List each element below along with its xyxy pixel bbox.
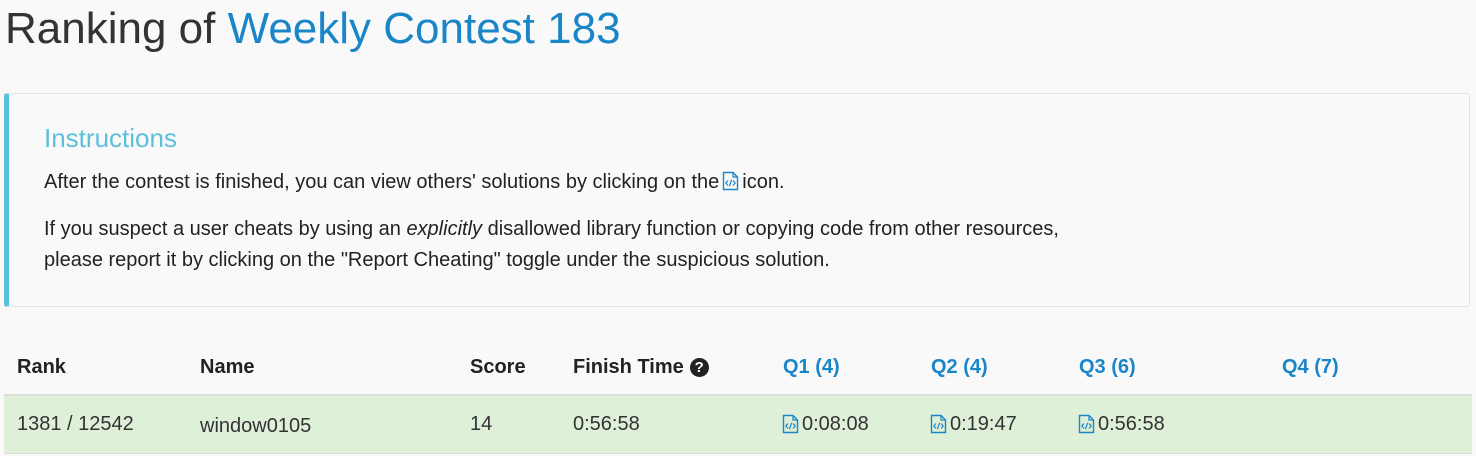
instructions-panel: Instructions After the contest is finish…: [4, 93, 1470, 307]
header-q4[interactable]: Q4 (7): [1282, 355, 1339, 379]
header-score: Score: [470, 356, 526, 378]
table-row: 1381 / 12542 window0105 14 0:56:58 0:08:…: [4, 394, 1472, 454]
q1-time: 0:08:08: [802, 413, 869, 435]
contest-link[interactable]: Weekly Contest 183: [228, 4, 621, 53]
ranking-table: Rank Name Score Finish Time? Q1 (4) Q2 (…: [0, 343, 1476, 456]
code-file-icon[interactable]: [782, 414, 799, 434]
instructions-cheating-text-end: disallowed library function or copying c…: [487, 218, 1059, 240]
question-circle-icon[interactable]: ?: [689, 358, 709, 377]
score-cell: 14: [470, 413, 493, 435]
header-rank: Rank: [17, 356, 66, 378]
page-title-prefix: Ranking of: [5, 4, 216, 53]
page-title: Ranking of Weekly Contest 183: [5, 3, 621, 55]
header-q1[interactable]: Q1 (4): [783, 355, 840, 379]
instructions-heading: Instructions: [44, 123, 177, 153]
code-file-icon: [723, 171, 739, 191]
instructions-paragraph-solutions: After the contest is finished, you can v…: [44, 167, 785, 198]
instructions-icon-suffix: icon.: [742, 171, 785, 193]
header-q2[interactable]: Q2 (4): [931, 355, 988, 379]
code-file-icon[interactable]: [1078, 414, 1095, 434]
finish-time-cell: 0:56:58: [573, 413, 640, 435]
q3-time: 0:56:58: [1098, 413, 1165, 435]
instructions-solutions-text: After the contest is finished, you can v…: [44, 171, 720, 193]
instructions-report-text: please report it by clicking on the "Rep…: [44, 249, 830, 271]
username-link[interactable]: window0105: [200, 414, 311, 438]
rank-cell: 1381 / 12542: [17, 413, 134, 435]
instructions-emphasis: explicitly: [406, 218, 483, 240]
code-file-icon[interactable]: [930, 414, 947, 434]
instructions-cheating-text-start: If you suspect a user cheats by using an: [44, 218, 401, 240]
instructions-paragraph-cheating: If you suspect a user cheats by using an…: [44, 214, 1059, 276]
q3-cell: 0:56:58: [1078, 412, 1165, 436]
header-q3[interactable]: Q3 (6): [1079, 355, 1136, 379]
q2-time: 0:19:47: [950, 413, 1017, 435]
header-name: Name: [200, 356, 255, 378]
q2-cell: 0:19:47: [930, 412, 1017, 436]
header-finish-time: Finish Time?: [573, 355, 709, 379]
q1-cell: 0:08:08: [782, 412, 869, 436]
header-finish-time-label: Finish Time: [573, 356, 684, 378]
